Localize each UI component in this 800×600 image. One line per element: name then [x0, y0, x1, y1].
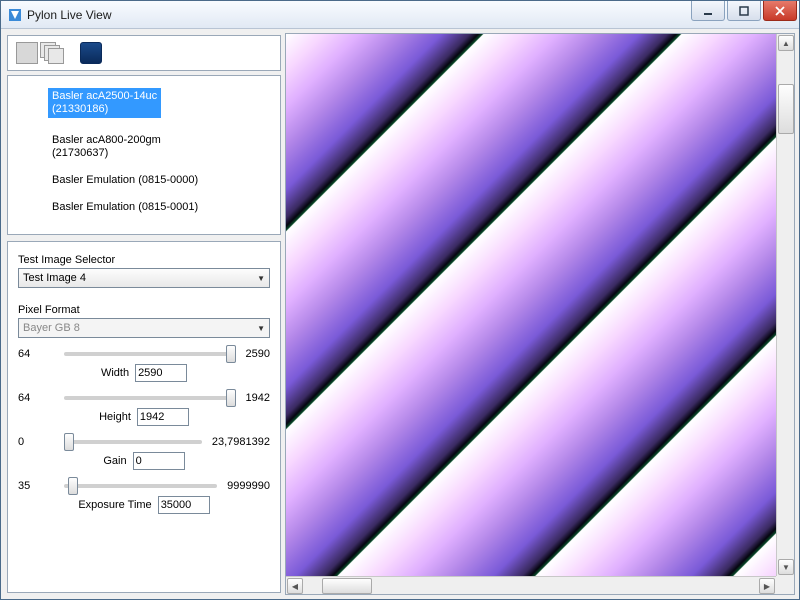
minimize-button[interactable]	[691, 1, 725, 21]
live-view-image	[286, 34, 776, 576]
gain-label: Gain	[103, 455, 126, 467]
width-slider[interactable]	[64, 352, 236, 356]
test-image-selector-label: Test Image Selector	[18, 254, 270, 266]
camera-item-0[interactable]: Basler acA2500-14uc (21330186)	[48, 88, 161, 118]
window-title: Pylon Live View	[27, 8, 691, 22]
chevron-down-icon: ▼	[257, 324, 265, 333]
view-toolbar	[7, 35, 281, 71]
exposure-slider-row: 35 9999990	[18, 480, 270, 492]
slider-thumb[interactable]	[68, 477, 78, 495]
camera-item-1[interactable]: Basler acA800-200gm (21730637)	[48, 132, 274, 162]
camera-item-2[interactable]: Basler Emulation (0815-0000)	[48, 172, 274, 189]
height-min: 64	[18, 392, 58, 404]
gain-min: 0	[18, 436, 58, 448]
vertical-scrollbar[interactable]: ▲ ▼	[776, 34, 794, 576]
app-icon	[7, 7, 23, 23]
height-input[interactable]	[137, 408, 189, 426]
camera-serial: (21730637)	[52, 147, 108, 159]
width-input[interactable]	[135, 364, 187, 382]
controls-panel: Test Image Selector Test Image 4 ▼ Pixel…	[7, 241, 281, 593]
width-slider-row: 64 2590	[18, 348, 270, 360]
camera-list: Basler acA2500-14uc (21330186) Basler ac…	[7, 75, 281, 235]
scroll-thumb[interactable]	[322, 578, 372, 594]
width-min: 64	[18, 348, 58, 360]
color-view-icon[interactable]	[80, 42, 102, 64]
camera-name: Basler acA800-200gm	[52, 134, 161, 146]
live-view-panel: ▲ ▼ ◀ ▶	[285, 33, 795, 595]
test-image-selector-combo[interactable]: Test Image 4 ▼	[18, 268, 270, 288]
single-view-icon[interactable]	[16, 42, 38, 64]
horizontal-scrollbar[interactable]: ◀ ▶	[286, 576, 776, 594]
pixel-format-combo: Bayer GB 8 ▼	[18, 318, 270, 338]
scroll-left-button[interactable]: ◀	[287, 578, 303, 594]
height-slider[interactable]	[64, 396, 236, 400]
scroll-right-button[interactable]: ▶	[759, 578, 775, 594]
exposure-max: 9999990	[227, 480, 270, 492]
pixel-format-label: Pixel Format	[18, 304, 270, 316]
camera-item-3[interactable]: Basler Emulation (0815-0001)	[48, 199, 274, 216]
gain-input[interactable]	[133, 452, 185, 470]
height-label: Height	[99, 411, 131, 423]
height-max: 1942	[246, 392, 270, 404]
camera-serial: (21330186)	[52, 103, 108, 115]
chevron-down-icon: ▼	[257, 274, 265, 283]
scroll-thumb[interactable]	[778, 84, 794, 134]
combo-value: Bayer GB 8	[23, 322, 80, 334]
camera-name: Basler acA2500-14uc	[52, 90, 157, 102]
combo-value: Test Image 4	[23, 272, 86, 284]
slider-thumb[interactable]	[64, 433, 74, 451]
gain-slider[interactable]	[64, 440, 202, 444]
maximize-button[interactable]	[727, 1, 761, 21]
exposure-min: 35	[18, 480, 58, 492]
titlebar: Pylon Live View	[1, 1, 799, 29]
close-button[interactable]	[763, 1, 797, 21]
width-label: Width	[101, 367, 129, 379]
slider-thumb[interactable]	[226, 389, 236, 407]
gain-max: 23,7981392	[212, 436, 270, 448]
exposure-label: Exposure Time	[78, 499, 151, 511]
exposure-slider[interactable]	[64, 484, 217, 488]
gain-slider-row: 0 23,7981392	[18, 436, 270, 448]
slider-thumb[interactable]	[226, 345, 236, 363]
scroll-down-button[interactable]: ▼	[778, 559, 794, 575]
camera-name: Basler Emulation (0815-0001)	[52, 201, 198, 213]
scroll-up-button[interactable]: ▲	[778, 35, 794, 51]
camera-name: Basler Emulation (0815-0000)	[52, 174, 198, 186]
scrollbar-corner	[776, 576, 794, 594]
exposure-input[interactable]	[158, 496, 210, 514]
left-panel: Basler acA2500-14uc (21330186) Basler ac…	[5, 33, 283, 595]
multi-view-icon[interactable]	[40, 42, 66, 64]
height-slider-row: 64 1942	[18, 392, 270, 404]
width-max: 2590	[246, 348, 270, 360]
